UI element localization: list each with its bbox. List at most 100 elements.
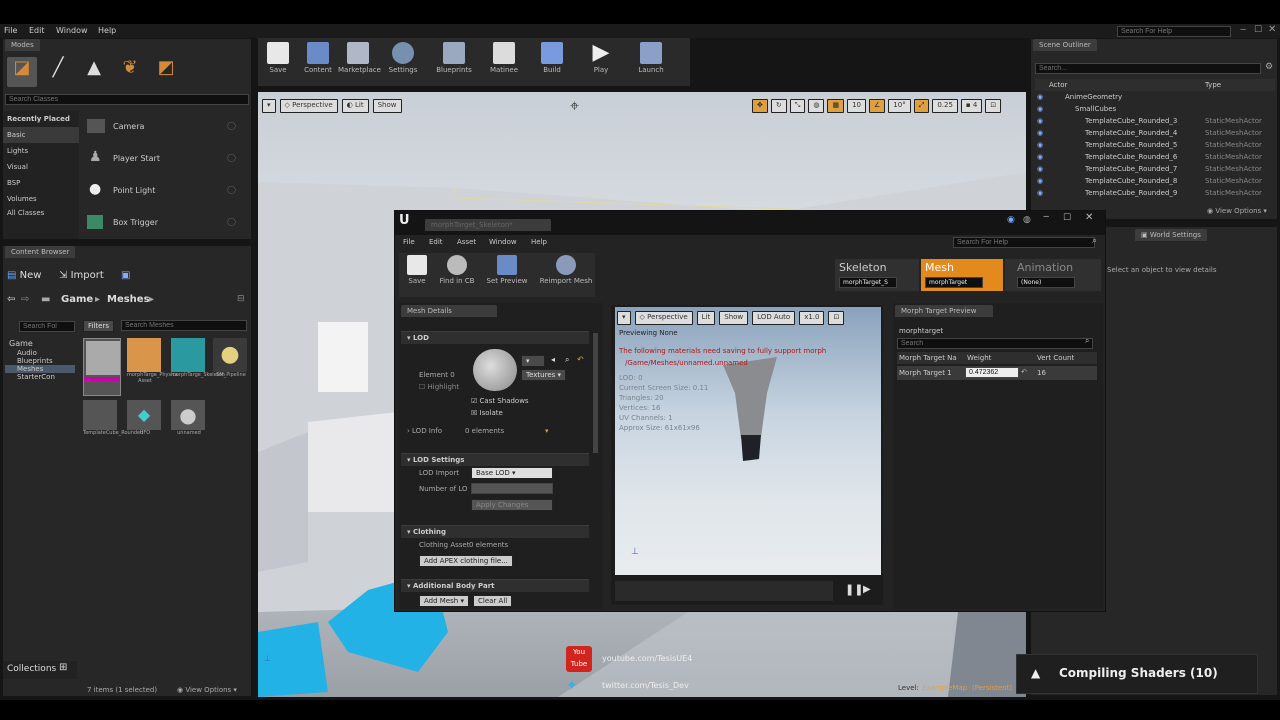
placeable-box-trigger[interactable]: Box Trigger ◯ bbox=[83, 209, 243, 241]
reimport-mesh-button[interactable]: Reimport Mesh bbox=[537, 253, 595, 285]
grid-snap-value[interactable]: 10 bbox=[847, 99, 867, 113]
column-actor[interactable]: Actor bbox=[1049, 81, 1067, 89]
rotate-icon[interactable]: ↻ bbox=[770, 99, 787, 113]
persona-menu-window[interactable]: Window bbox=[489, 238, 517, 246]
add-collection-icon[interactable]: ⊞ bbox=[59, 662, 67, 673]
material-thumbnail[interactable] bbox=[473, 349, 517, 391]
add-apex-button[interactable]: Add APEX clothing file... bbox=[419, 555, 513, 567]
menu-help[interactable]: Help bbox=[98, 26, 116, 35]
tree-blueprints[interactable]: Blueprints bbox=[5, 357, 75, 365]
outliner-search-input[interactable] bbox=[1035, 63, 1261, 74]
outliner-row[interactable]: ◉ TemplateCube_Rounded_4 StaticMeshActor bbox=[1035, 129, 1275, 141]
persona-minimize-icon[interactable]: ‒ bbox=[1043, 211, 1049, 222]
morph-weight-input[interactable] bbox=[965, 367, 1019, 378]
outliner-row[interactable]: ◉ TemplateCube_Rounded_3 StaticMeshActor bbox=[1035, 117, 1275, 129]
translate-icon[interactable]: ✥ bbox=[752, 99, 768, 113]
preview-speed-button[interactable]: x1.0 bbox=[799, 311, 825, 325]
asset-tile-cube[interactable]: TemplateCube_Rounded bbox=[83, 400, 143, 436]
camera-actor-icon[interactable]: ⌖ bbox=[570, 96, 579, 116]
back-arrow-icon[interactable]: ⇦ bbox=[7, 294, 15, 305]
preview-lod-button[interactable]: LOD Auto bbox=[752, 311, 796, 325]
preview-lit-button[interactable]: Lit bbox=[696, 311, 716, 325]
paint-mode-icon[interactable]: ╱ bbox=[43, 57, 73, 87]
world-icon[interactable]: ◍ bbox=[808, 99, 825, 113]
persona-search-icon[interactable]: ⌕ bbox=[1092, 236, 1097, 246]
persona-tab[interactable]: morphTarget_Skeleton* bbox=[425, 219, 551, 231]
lod-section[interactable]: ▾ LOD bbox=[401, 331, 589, 344]
persona-close-icon[interactable]: ✕ bbox=[1085, 212, 1093, 223]
morph-target-tab[interactable]: Morph Target Preview bbox=[895, 305, 993, 317]
preview-show-button[interactable]: Show bbox=[719, 311, 749, 325]
landscape-mode-icon[interactable]: ▲ bbox=[79, 57, 109, 87]
preview-viewport[interactable]: ▾ ◇ Perspective Lit Show LOD Auto x1.0 ⊡… bbox=[615, 307, 881, 575]
add-mesh-button[interactable]: Add Mesh ▾ bbox=[419, 595, 469, 607]
menu-edit[interactable]: Edit bbox=[29, 26, 45, 35]
launch-button[interactable]: Launch bbox=[626, 40, 676, 74]
show-button[interactable]: Show bbox=[372, 99, 402, 113]
rotation-snap-icon[interactable]: ∠ bbox=[869, 99, 886, 113]
save-all-icon[interactable]: ▣ bbox=[121, 270, 130, 281]
preview-options-icon[interactable]: ▾ bbox=[617, 311, 631, 325]
twitter-link[interactable]: twitter.com/Tesis_Dev bbox=[602, 681, 689, 690]
feedback-icon[interactable]: ◍ bbox=[1023, 215, 1031, 225]
cast-shadows-checkbox[interactable]: ☑ Cast Shadows bbox=[471, 397, 529, 405]
column-morph-name[interactable]: Morph Target Na bbox=[899, 354, 957, 362]
youtube-link[interactable]: youtube.com/TesisUE4 bbox=[602, 654, 692, 663]
lock-icon[interactable]: ⊟ bbox=[237, 294, 245, 304]
lit-button[interactable]: ◐ Lit bbox=[341, 99, 369, 113]
category-recently-placed[interactable]: Recently Placed bbox=[3, 111, 79, 127]
new-button[interactable]: ▤ New bbox=[7, 270, 41, 281]
minimize-icon[interactable]: ‒ bbox=[1240, 24, 1246, 35]
clear-all-button[interactable]: Clear All bbox=[473, 595, 513, 607]
menu-window[interactable]: Window bbox=[56, 26, 88, 35]
highlight-checkbox[interactable]: ☐ Highlight bbox=[419, 383, 459, 391]
lod-info-dropdown-icon[interactable]: ▾ bbox=[545, 427, 549, 435]
content-button[interactable]: Content bbox=[298, 40, 338, 74]
import-button[interactable]: ⇲ Import bbox=[59, 270, 104, 281]
persona-menu-help[interactable]: Help bbox=[531, 238, 547, 246]
view-options-button[interactable]: ◉ View Options ▾ bbox=[177, 686, 237, 694]
foliage-mode-icon[interactable]: ❦ bbox=[115, 57, 145, 87]
geometry-mode-icon[interactable]: ◩ bbox=[151, 57, 181, 87]
rotation-snap-value[interactable]: 10° bbox=[888, 99, 911, 113]
isolate-checkbox[interactable]: ☒ Isolate bbox=[471, 409, 503, 417]
outliner-row[interactable]: ◉ TemplateCube_Rounded_5 StaticMeshActor bbox=[1035, 141, 1275, 153]
path-dropdown-icon[interactable]: ▸ bbox=[149, 294, 154, 305]
menu-file[interactable]: File bbox=[4, 26, 17, 35]
grid-snap-icon[interactable]: ▦ bbox=[827, 99, 845, 113]
outliner-row[interactable]: ◉ TemplateCube_Rounded_6 StaticMeshActor bbox=[1035, 153, 1275, 165]
persona-menu-asset[interactable]: Asset bbox=[457, 238, 476, 246]
category-volumes[interactable]: Volumes bbox=[3, 191, 79, 207]
asset-tile-pipeline[interactable]: ● SM_Pipeline bbox=[213, 338, 249, 378]
placeable-player-start[interactable]: ♟ Player Start ◯ bbox=[83, 145, 243, 177]
path-meshes[interactable]: Meshes bbox=[107, 294, 150, 305]
close-icon[interactable]: ✕ bbox=[1268, 24, 1276, 35]
category-bsp[interactable]: BSP bbox=[3, 175, 79, 191]
outliner-row[interactable]: ◉ TemplateCube_Rounded_9 StaticMeshActor bbox=[1035, 189, 1275, 201]
class-search-input[interactable] bbox=[5, 94, 249, 105]
settings-button[interactable]: Settings bbox=[378, 40, 428, 74]
column-type[interactable]: Type bbox=[1205, 81, 1221, 89]
number-of-lods-input[interactable] bbox=[471, 483, 553, 494]
asset-tile-unnamed[interactable]: ● unnamed bbox=[171, 400, 207, 436]
column-weight[interactable]: Weight bbox=[967, 354, 991, 362]
find-in-cb-button[interactable]: Find in CB bbox=[437, 253, 477, 285]
lod-settings-section[interactable]: ▾ LOD Settings bbox=[401, 453, 589, 466]
matinee-button[interactable]: Matinee bbox=[480, 40, 528, 74]
camera-speed-button[interactable]: ▪ 4 bbox=[960, 99, 983, 113]
persona-save-button[interactable]: Save bbox=[399, 253, 435, 285]
persona-help-search[interactable] bbox=[953, 237, 1095, 248]
browse-search-icon[interactable]: ⌕ bbox=[565, 355, 569, 365]
play-button[interactable]: ▶ Play bbox=[576, 40, 626, 75]
material-dropdown[interactable]: ▾ bbox=[521, 355, 545, 367]
asset-tile-skeleton[interactable]: morphTarge_Skeleton bbox=[171, 338, 225, 378]
modes-tab[interactable]: Modes bbox=[5, 39, 40, 51]
forward-arrow-icon[interactable]: ⇨ bbox=[21, 294, 29, 305]
asset-tile-ufo[interactable]: ◆ UFO bbox=[127, 400, 163, 436]
additional-body-part-section[interactable]: ▾ Additional Body Part bbox=[401, 579, 589, 592]
placeable-point-light[interactable]: ● Point Light ◯ bbox=[83, 177, 243, 209]
persona-maximize-icon[interactable]: ☐ bbox=[1063, 213, 1071, 223]
use-selected-arrow-icon[interactable]: ◂ bbox=[551, 355, 555, 364]
apply-changes-button[interactable]: Apply Changes bbox=[471, 499, 553, 511]
pause-icon[interactable]: ❚❚ bbox=[845, 583, 863, 596]
